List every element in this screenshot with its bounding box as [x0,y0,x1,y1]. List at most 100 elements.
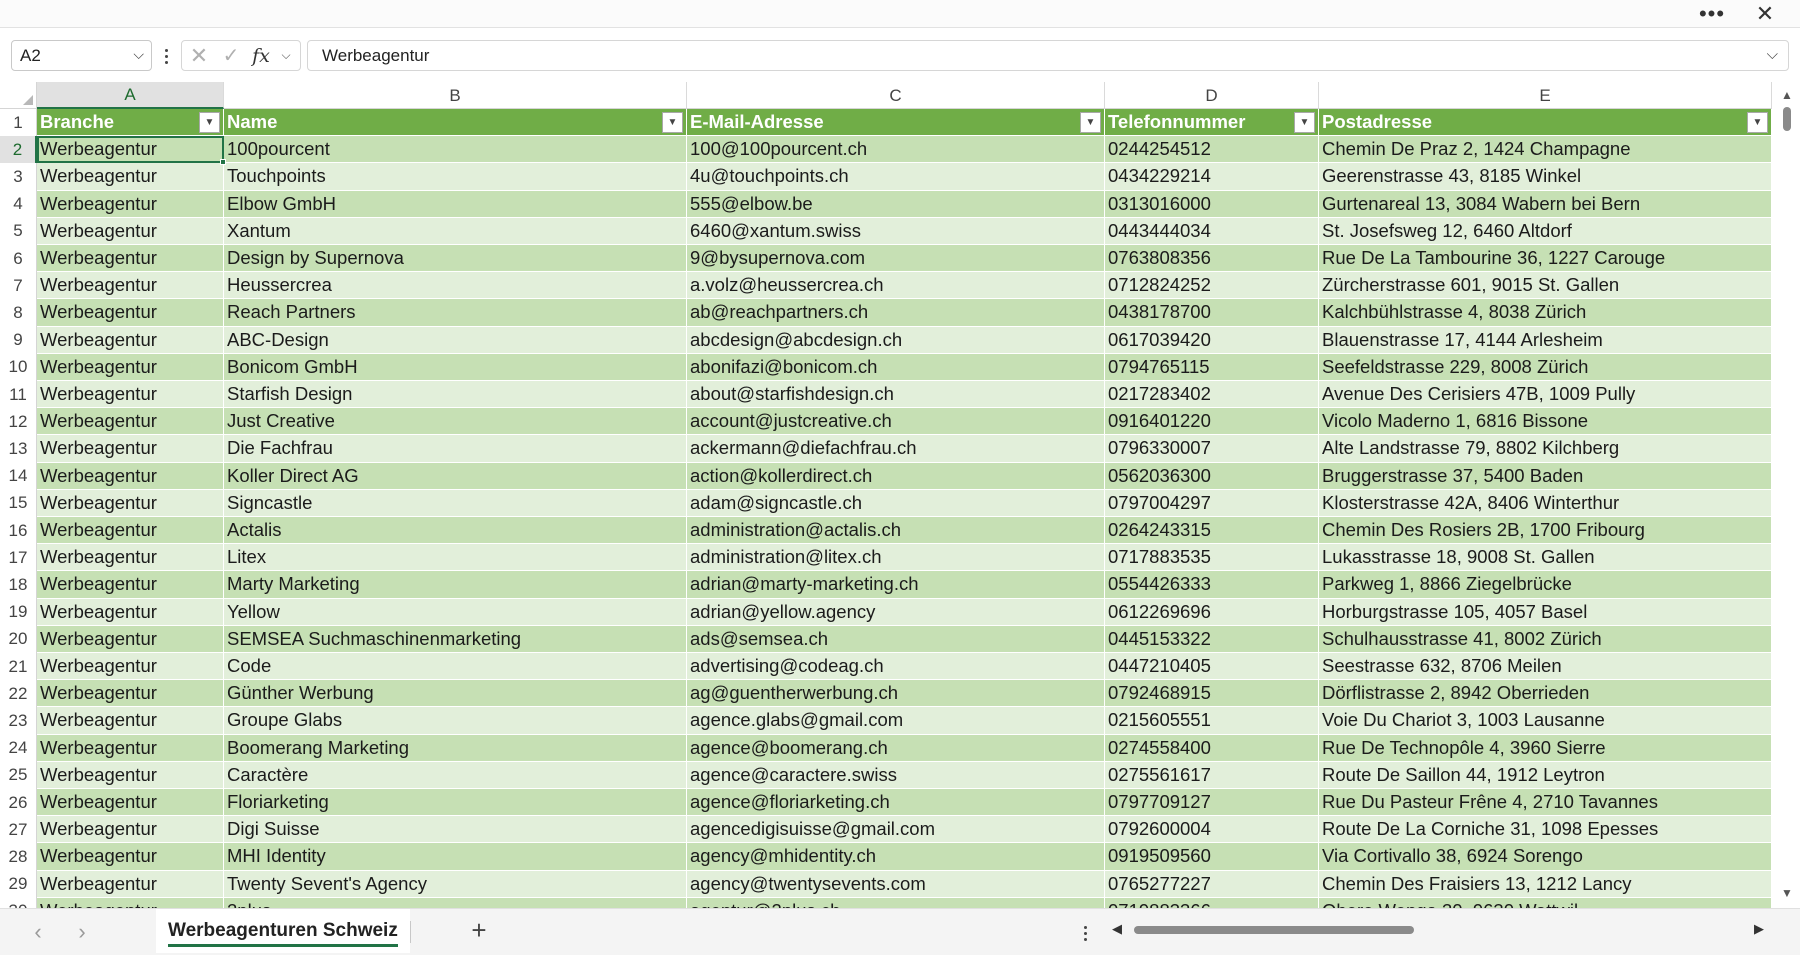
table-cell[interactable]: Bonicom GmbH [224,353,687,381]
row-number[interactable]: 22 [0,680,37,708]
table-cell[interactable]: Rue De La Tambourine 36, 1227 Carouge [1319,245,1772,273]
table-cell[interactable]: advertising@codeag.ch [687,653,1105,681]
select-all-corner[interactable] [0,82,37,109]
table-cell[interactable]: Die Fachfrau [224,435,687,463]
table-cell[interactable]: abcdesign@abcdesign.ch [687,326,1105,354]
table-cell[interactable]: Floriarketing [224,789,687,817]
table-cell[interactable]: 0794765115 [1105,353,1319,381]
table-cell[interactable]: Horburgstrasse 105, 4057 Basel [1319,598,1772,626]
table-cell[interactable]: Werbeagentur [37,517,224,545]
table-cell[interactable]: 0562036300 [1105,462,1319,490]
row-number[interactable]: 16 [0,517,37,545]
header-cell[interactable]: E-Mail-Adresse ▼ [687,109,1105,137]
table-cell[interactable]: Elbow GmbH [224,190,687,218]
table-cell[interactable]: Werbeagentur [37,680,224,708]
table-cell[interactable]: 0215605551 [1105,707,1319,735]
table-cell[interactable]: Günther Werbung [224,680,687,708]
header-cell[interactable]: Name ▼ [224,109,687,137]
table-cell[interactable]: ads@semsea.ch [687,625,1105,653]
table-cell[interactable]: 0792600004 [1105,816,1319,844]
table-cell[interactable]: Marty Marketing [224,571,687,599]
table-cell[interactable]: about@starfishdesign.ch [687,381,1105,409]
table-cell[interactable]: a.volz@heussercrea.ch [687,272,1105,300]
table-cell[interactable]: Werbeagentur [37,707,224,735]
table-cell[interactable]: Werbeagentur [37,870,224,898]
table-cell[interactable]: action@kollerdirect.ch [687,462,1105,490]
vertical-scrollbar[interactable]: ▲ ▼ [1774,82,1800,908]
row-number[interactable]: 18 [0,571,37,599]
table-cell[interactable]: 9@bysupernova.com [687,245,1105,273]
table-cell[interactable]: 0438178700 [1105,299,1319,327]
row-number[interactable]: 14 [0,462,37,490]
table-cell[interactable]: Voie Du Chariot 3, 1003 Lausanne [1319,707,1772,735]
table-cell[interactable]: 0217283402 [1105,381,1319,409]
table-cell[interactable]: 0244254512 [1105,136,1319,164]
table-cell[interactable]: 0617039420 [1105,326,1319,354]
table-cell[interactable]: Obere Wengo 30, 9630 Wattwil [1319,897,1772,908]
table-cell[interactable]: Parkweg 1, 8866 Ziegelbrücke [1319,571,1772,599]
table-cell[interactable]: Werbeagentur [37,789,224,817]
header-cell[interactable]: Branche ▼ [37,109,224,137]
table-cell[interactable]: 0275561617 [1105,761,1319,789]
table-cell[interactable]: Dörflistrasse 2, 8942 Oberrieden [1319,680,1772,708]
table-cell[interactable]: Yellow [224,598,687,626]
formula-bar-more-icon[interactable] [161,44,171,68]
row-number[interactable]: 28 [0,843,37,871]
column-header-b[interactable]: B [224,82,687,109]
scroll-up-icon[interactable]: ▲ [1781,88,1793,102]
insert-function-icon[interactable]: fx [246,41,276,70]
enter-check-icon[interactable]: ✓ [216,41,246,70]
table-cell[interactable]: agency@twentysevents.com [687,870,1105,898]
table-cell[interactable]: agency@mhidentity.ch [687,843,1105,871]
filter-dropdown-icon[interactable]: ▼ [1080,112,1101,133]
table-cell[interactable]: 0792468915 [1105,680,1319,708]
table-cell[interactable]: Werbeagentur [37,544,224,572]
row-number[interactable]: 17 [0,544,37,572]
column-header-c[interactable]: C [687,82,1105,109]
table-cell[interactable]: agencedigisuisse@gmail.com [687,816,1105,844]
table-cell[interactable]: Litex [224,544,687,572]
row-number[interactable]: 13 [0,435,37,463]
row-number[interactable]: 6 [0,245,37,273]
table-cell[interactable]: Blauenstrasse 17, 4144 Arlesheim [1319,326,1772,354]
table-cell[interactable]: account@justcreative.ch [687,408,1105,436]
table-cell[interactable]: Rue Du Pasteur Frêne 4, 2710 Tavannes [1319,789,1772,817]
sheet-tab-active[interactable]: Werbeagenturen Schweiz [156,909,410,953]
formula-input[interactable]: Werbeagentur ⌵ [307,40,1789,71]
row-number[interactable]: 24 [0,734,37,762]
table-cell[interactable]: Werbeagentur [37,299,224,327]
row-number[interactable]: 20 [0,625,37,653]
expand-formula-icon[interactable]: ⌵ [1767,46,1778,63]
table-cell[interactable]: ag@guentherwerbung.ch [687,680,1105,708]
column-header-a[interactable]: A [37,82,224,109]
row-number[interactable]: 9 [0,326,37,354]
table-cell[interactable]: St. Josefsweg 12, 6460 Altdorf [1319,217,1772,245]
table-cell[interactable]: Twenty Sevent's Agency [224,870,687,898]
horizontal-scrollbar[interactable]: ◀ ▶ [1110,919,1770,941]
scroll-down-icon[interactable]: ▼ [1781,886,1793,900]
row-number[interactable]: 15 [0,489,37,517]
table-cell[interactable]: Klosterstrasse 42A, 8406 Winterthur [1319,489,1772,517]
scroll-left-icon[interactable]: ◀ [1112,921,1122,937]
table-cell[interactable]: Werbeagentur [37,353,224,381]
table-cell[interactable]: Werbeagentur [37,816,224,844]
table-cell[interactable]: Just Creative [224,408,687,436]
filter-dropdown-icon[interactable]: ▼ [1747,112,1768,133]
table-cell[interactable]: Werbeagentur [37,653,224,681]
row-number[interactable]: 25 [0,761,37,789]
table-cell[interactable]: Boomerang Marketing [224,734,687,762]
table-cell[interactable]: Werbeagentur [37,190,224,218]
table-cell[interactable]: ab@reachpartners.ch [687,299,1105,327]
row-number[interactable]: 19 [0,598,37,626]
row-number[interactable]: 10 [0,353,37,381]
table-cell[interactable]: Seefeldstrasse 229, 8008 Zürich [1319,353,1772,381]
column-header-d[interactable]: D [1105,82,1319,109]
table-cell[interactable]: adam@signcastle.ch [687,489,1105,517]
table-cell[interactable]: 0717883535 [1105,544,1319,572]
table-cell[interactable]: agentur@2plus.ch [687,897,1105,908]
table-cell[interactable]: Geerenstrasse 43, 8185 Winkel [1319,163,1772,191]
table-cell[interactable]: adrian@marty-marketing.ch [687,571,1105,599]
more-options-icon[interactable]: ••• [1690,0,1734,28]
table-cell[interactable]: Seestrasse 632, 8706 Meilen [1319,653,1772,681]
table-cell[interactable]: 4u@touchpoints.ch [687,163,1105,191]
